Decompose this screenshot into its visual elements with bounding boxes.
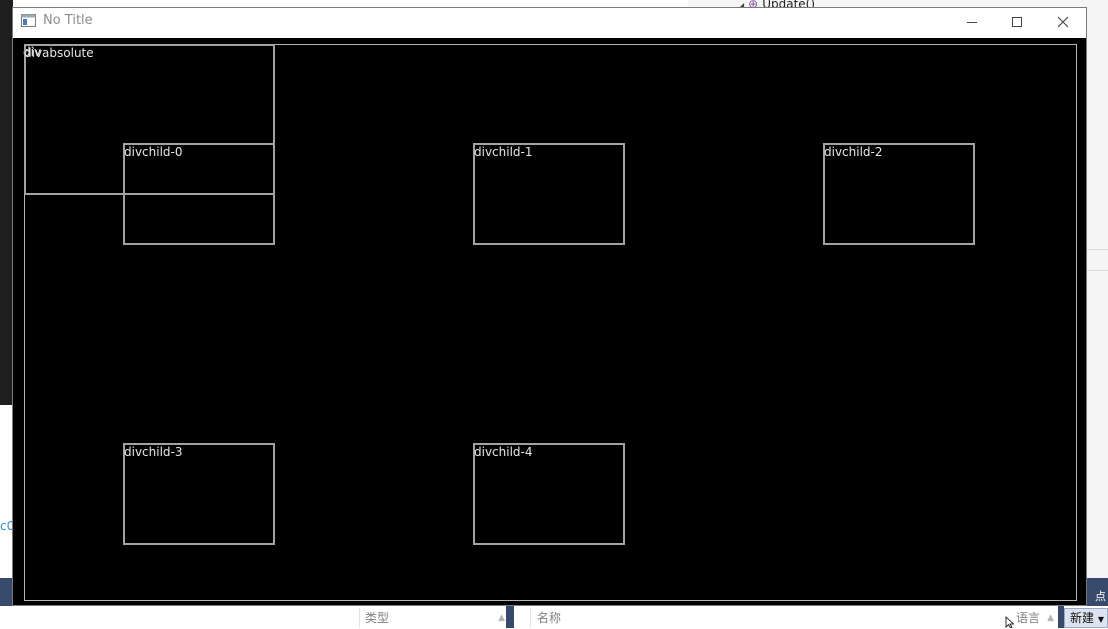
title-bar[interactable]: No Title — [13, 8, 1086, 38]
sort-up-icon: ▲ — [1047, 613, 1054, 623]
status-corner-text: 点 — [1095, 590, 1106, 603]
column-header-type-label: 类型 — [365, 611, 390, 625]
child-div-4: divchild-4 — [473, 443, 625, 545]
maximize-button[interactable] — [994, 8, 1040, 36]
chevron-down-icon: ▼ — [1097, 615, 1104, 624]
minimize-button[interactable] — [949, 8, 995, 36]
child-div-label: divchild-1 — [474, 145, 533, 159]
render-canvas: div divabsolute divchild-0 divchild-1 di… — [13, 38, 1086, 605]
column-header-name[interactable]: 名称 — [530, 608, 1008, 628]
child-div-2: divchild-2 — [823, 143, 975, 245]
mouse-cursor-icon — [1005, 616, 1015, 628]
absolute-div-label: divabsolute — [24, 46, 94, 60]
child-div-1: divchild-1 — [473, 143, 625, 245]
new-button-label: 新建 — [1070, 611, 1095, 625]
child-div-label: divchild-3 — [124, 445, 183, 459]
child-div-0: divchild-0 — [123, 143, 275, 245]
child-div-label: divchild-2 — [824, 145, 883, 159]
child-div-3: divchild-3 — [123, 443, 275, 545]
minimize-icon — [967, 22, 977, 23]
close-button[interactable] — [1040, 8, 1086, 36]
background-divider — [506, 606, 514, 628]
child-div-label: divchild-0 — [124, 145, 183, 159]
column-header-name-label: 名称 — [537, 611, 562, 625]
sort-up-icon: ▲ — [498, 613, 505, 623]
window-title: No Title — [43, 13, 93, 28]
maximize-icon — [1012, 17, 1022, 27]
background-panel-divider — [1086, 249, 1108, 271]
app-icon — [21, 14, 36, 27]
column-header-language[interactable]: 语言 ▲ — [1012, 608, 1058, 628]
column-header-language-label: 语言 — [1016, 611, 1041, 625]
close-icon — [1057, 16, 1069, 28]
new-button[interactable]: 新建 ▼ — [1064, 608, 1108, 628]
app-window: No Title div divabsolute divchild-0 divc… — [12, 7, 1087, 606]
child-div-label: divchild-4 — [474, 445, 533, 459]
column-header-type[interactable]: 类型 ▲ — [359, 608, 509, 628]
